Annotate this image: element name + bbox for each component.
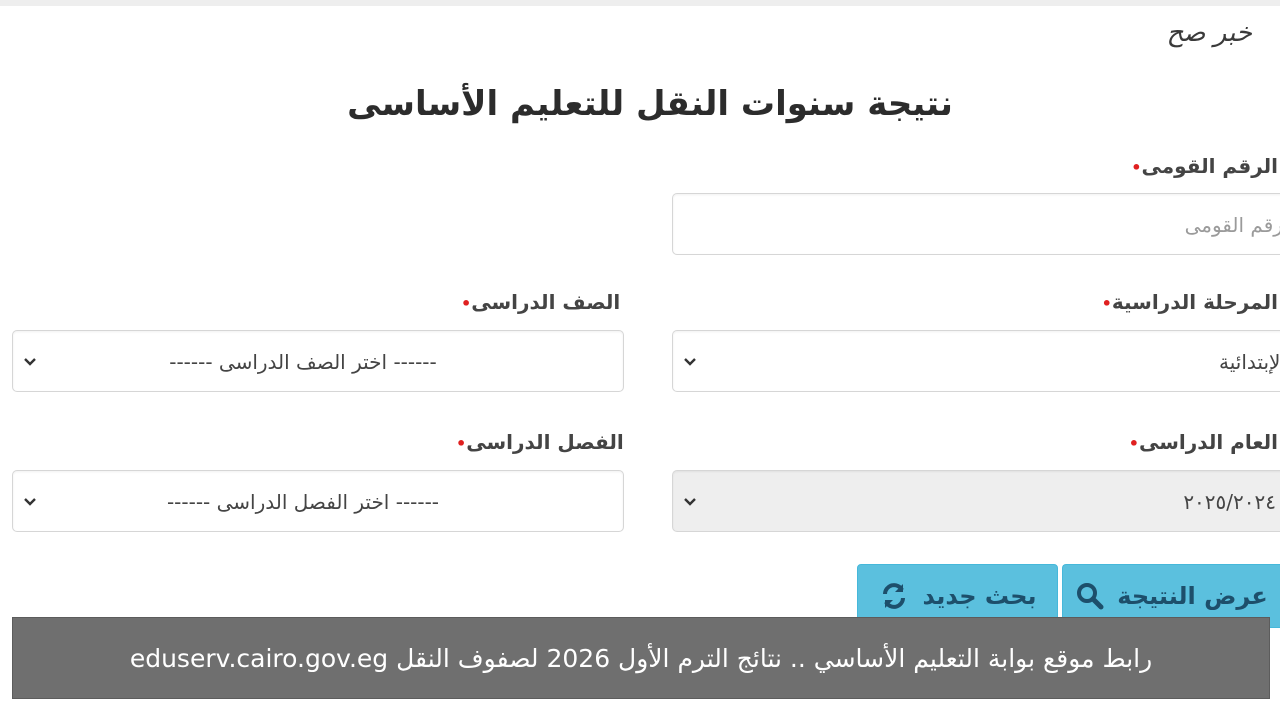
year-label: العام الدراسى• (1123, 430, 1278, 454)
chevron-down-icon (684, 358, 696, 366)
article-caption-banner: رابط موقع بوابة التعليم الأساسي .. نتائج… (12, 617, 1270, 699)
grade-selected-value: ------ اختر الصف الدراسى ------ (169, 350, 437, 374)
required-marker: • (1101, 294, 1112, 313)
page-title: نتيجة سنوات النقل للتعليم الأساسى (347, 84, 953, 124)
stage-label-text: المرحلة الدراسية (1111, 290, 1278, 314)
year-select[interactable]: ٢٠٢٥/٢٠٢٤ (672, 470, 1280, 532)
chevron-down-icon (684, 498, 696, 506)
year-selected-value: ٢٠٢٥/٢٠٢٤ (1183, 490, 1276, 514)
term-label: الفصل الدراسى• (450, 430, 624, 454)
article-caption-text: رابط موقع بوابة التعليم الأساسي .. نتائج… (129, 643, 1153, 673)
national-id-label: الرقم القومى• (1125, 154, 1278, 178)
chevron-down-icon (24, 358, 36, 366)
national-id-input[interactable]: الرقم القومى (672, 193, 1280, 255)
chevron-down-icon (24, 498, 36, 506)
national-id-placeholder: الرقم القومى (1184, 213, 1280, 237)
top-divider (0, 0, 1280, 6)
watermark-logo: خبر صح (1166, 18, 1252, 48)
required-marker: • (1128, 434, 1140, 453)
search-icon (1077, 583, 1104, 610)
stage-label: المرحلة الدراسية• (1096, 290, 1278, 314)
required-marker: • (461, 294, 472, 313)
show-result-label: عرض النتيجة (1117, 582, 1268, 610)
required-marker: • (1131, 158, 1142, 177)
grade-select[interactable]: ------ اختر الصف الدراسى ------ (12, 330, 624, 392)
term-label-text: الفصل الدراسى (466, 430, 624, 454)
new-search-label: بحث جديد (922, 582, 1037, 610)
term-select[interactable]: ------ اختر الفصل الدراسى ------ (12, 470, 624, 532)
stage-selected-value: الإبتدائية (1219, 350, 1280, 374)
grade-label-text: الصف الدراسى (471, 290, 621, 314)
national-id-label-text: الرقم القومى (1141, 154, 1278, 178)
refresh-icon (883, 583, 906, 609)
year-label-text: العام الدراسى (1139, 430, 1278, 454)
required-marker: • (456, 434, 467, 453)
stage-select[interactable]: الإبتدائية (672, 330, 1280, 392)
grade-label: الصف الدراسى• (455, 290, 620, 314)
term-selected-value: ------ اختر الفصل الدراسى ------ (166, 490, 440, 514)
